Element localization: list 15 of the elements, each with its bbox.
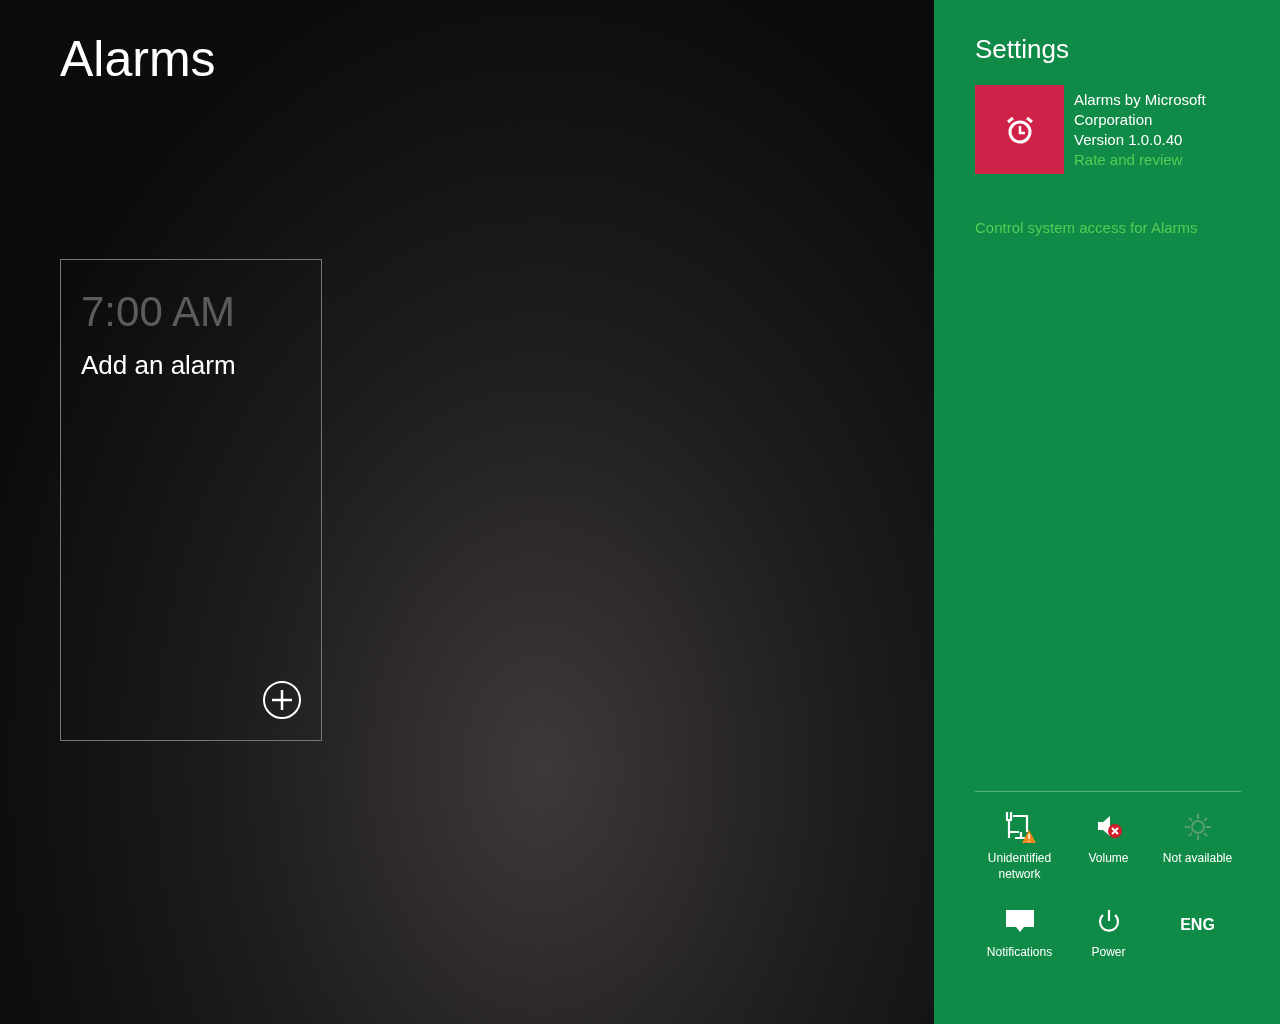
app-info-line: Alarms by Microsoft: [1074, 90, 1206, 110]
settings-title: Settings: [975, 34, 1070, 65]
app-info-line: Corporation: [1074, 110, 1153, 130]
add-alarm-card[interactable]: 7:00 AM Add an alarm: [60, 259, 322, 741]
quick-setting-button[interactable]: Volume: [1064, 810, 1153, 890]
add-button[interactable]: [262, 680, 302, 720]
quick-setting-button[interactable]: Unidentified network: [975, 810, 1064, 890]
app-info-line: Version 1.0.0.40: [1074, 130, 1183, 150]
quick-setting-button[interactable]: Power: [1064, 904, 1153, 984]
alarm-clock-icon: [1004, 114, 1035, 145]
add-alarm-label: Add an alarm: [81, 350, 237, 381]
quick-setting-button[interactable]: ENG: [1153, 904, 1242, 984]
quick-setting-button[interactable]: Notifications: [975, 904, 1064, 984]
page-title: Alarms: [60, 30, 217, 88]
alarm-time: 7:00 AM: [81, 288, 237, 336]
